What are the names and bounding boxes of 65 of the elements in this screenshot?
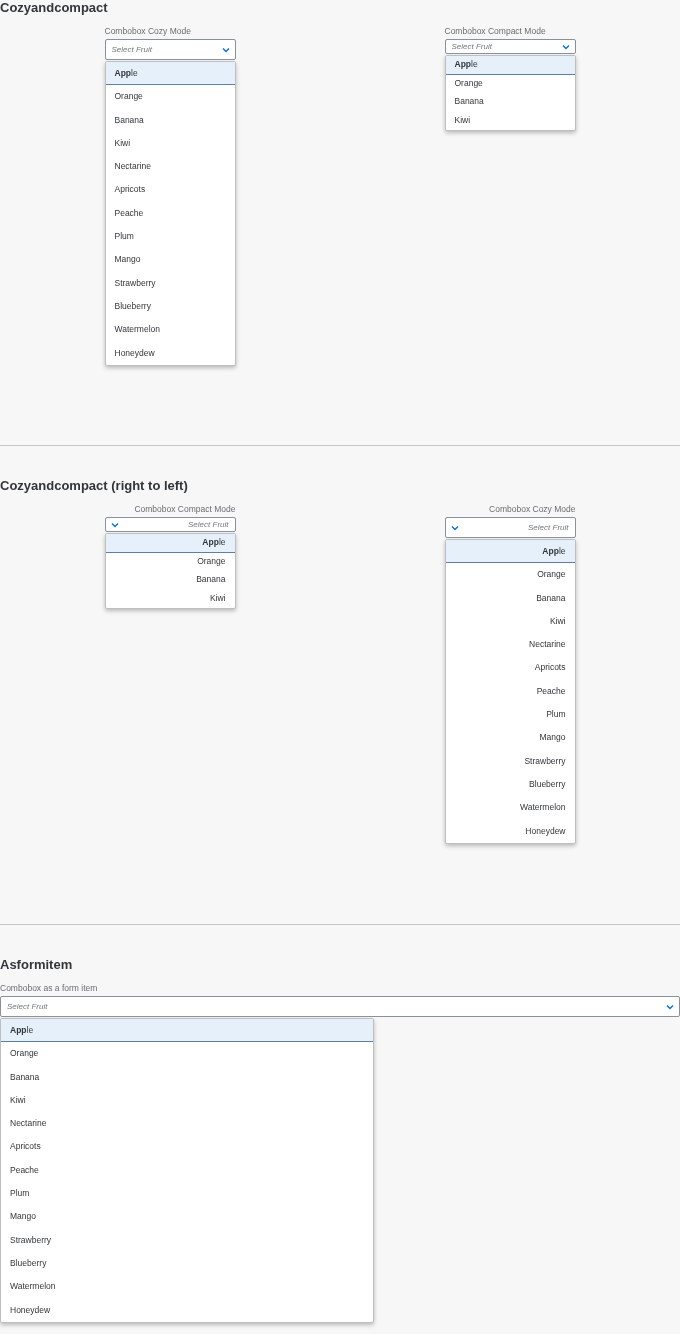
- dropdown-option[interactable]: Apple: [445, 540, 575, 564]
- dropdown-option[interactable]: Nectarine: [1, 1112, 373, 1136]
- dropdown-option[interactable]: Apple: [105, 62, 235, 86]
- dropdown-option[interactable]: Kiwi: [105, 589, 235, 609]
- dropdown-option[interactable]: Strawberry: [445, 749, 575, 773]
- combobox-field[interactable]: Select Fruit: [104, 517, 236, 532]
- dropdown-option[interactable]: Apricots: [1, 1135, 373, 1159]
- dropdown-option[interactable]: Blueberry: [1, 1251, 373, 1276]
- dropdown-option[interactable]: Plum: [105, 225, 235, 249]
- dropdown-option[interactable]: Apple: [1, 1019, 373, 1043]
- dropdown-option[interactable]: Apricots: [105, 178, 235, 202]
- dropdown-option[interactable]: Banana: [105, 571, 235, 590]
- dropdown-option[interactable]: Orange: [1, 1042, 373, 1066]
- section-title: Cozyandcompact: [0, 0, 109, 16]
- dropdown-option[interactable]: Orange: [105, 85, 235, 109]
- field-label: Combobox as a form item: [0, 983, 99, 994]
- dropdown-option[interactable]: Honeydew: [1, 1298, 373, 1322]
- field-label: Combobox Cozy Mode: [104, 26, 192, 37]
- dropdown-option[interactable]: Kiwi: [105, 131, 235, 156]
- dropdown-option[interactable]: Strawberry: [1, 1228, 373, 1252]
- dropdown-option[interactable]: Nectarine: [105, 155, 235, 179]
- dropdown-option[interactable]: Plum: [445, 703, 575, 727]
- dropdown-option[interactable]: Banana: [445, 586, 575, 610]
- chevron-down-icon[interactable]: [110, 521, 119, 528]
- combobox-field[interactable]: Select Fruit: [104, 39, 236, 60]
- dropdown-option[interactable]: Kiwi: [445, 609, 575, 634]
- chevron-down-icon[interactable]: [666, 1003, 674, 1010]
- section-title: Cozyandcompact (right to left): [0, 478, 189, 494]
- chevron-down-icon[interactable]: [450, 524, 459, 531]
- dropdown-option[interactable]: Honeydew: [105, 341, 235, 365]
- section-title: Asformitem: [0, 957, 74, 973]
- dropdown-option[interactable]: Mango: [105, 248, 235, 272]
- field-label: Combobox Compact Mode: [444, 26, 547, 37]
- combobox-field[interactable]: Select Fruit: [0, 996, 680, 1017]
- dropdown-option[interactable]: Watermelon: [105, 318, 235, 342]
- dropdown-option[interactable]: Banana: [445, 93, 575, 112]
- dropdown-option[interactable]: Nectarine: [445, 633, 575, 657]
- dropdown-option[interactable]: Peache: [1, 1158, 373, 1183]
- dropdown-option[interactable]: Orange: [105, 552, 235, 572]
- dropdown-option[interactable]: Watermelon: [445, 796, 575, 820]
- dropdown-option[interactable]: Orange: [445, 74, 575, 94]
- field-label: Combobox Compact Mode: [133, 504, 236, 515]
- combobox-field[interactable]: Select Fruit: [444, 517, 576, 538]
- dropdown-option[interactable]: Plum: [1, 1182, 373, 1206]
- dropdown-option[interactable]: Blueberry: [445, 772, 575, 797]
- dropdown-option[interactable]: Apple: [445, 56, 575, 75]
- dropdown-option[interactable]: Apricots: [445, 656, 575, 680]
- combobox-field[interactable]: Select Fruit: [444, 39, 576, 54]
- dropdown-option[interactable]: Kiwi: [445, 111, 575, 131]
- dropdown-option[interactable]: Honeydew: [445, 819, 575, 843]
- dropdown-option[interactable]: Watermelon: [1, 1275, 373, 1299]
- dropdown-option[interactable]: Mango: [1, 1205, 373, 1229]
- chevron-down-icon[interactable]: [561, 43, 570, 50]
- chevron-down-icon[interactable]: [221, 46, 230, 53]
- dropdown-option[interactable]: Banana: [1, 1065, 373, 1089]
- dropdown-option[interactable]: Orange: [445, 563, 575, 587]
- dropdown-option[interactable]: Blueberry: [105, 294, 235, 319]
- dropdown-option[interactable]: Peache: [445, 679, 575, 704]
- field-label: Combobox Cozy Mode: [488, 504, 576, 515]
- dropdown-option[interactable]: Kiwi: [1, 1088, 373, 1113]
- dropdown-option[interactable]: Apple: [105, 534, 235, 553]
- dropdown-option[interactable]: Strawberry: [105, 271, 235, 295]
- dropdown-option[interactable]: Banana: [105, 108, 235, 132]
- dropdown-option[interactable]: Peache: [105, 201, 235, 226]
- dropdown-option[interactable]: Mango: [445, 726, 575, 750]
